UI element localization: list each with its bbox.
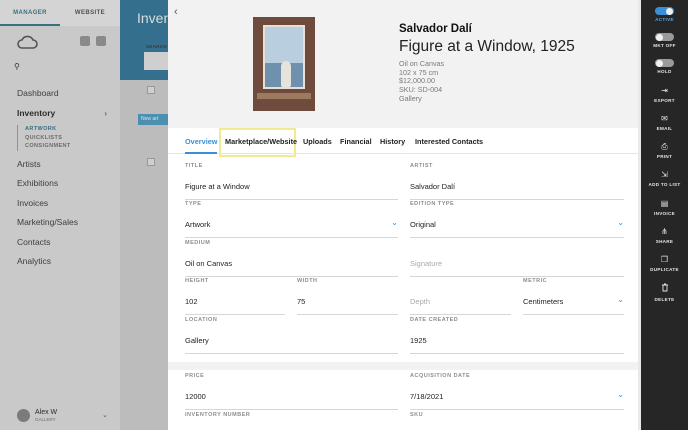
sidebar-item-artists[interactable]: Artists bbox=[17, 155, 117, 175]
edition-type-select[interactable]: EDITION TYPE Original ⌄ bbox=[410, 201, 624, 238]
print-icon: ⎙ bbox=[661, 142, 668, 151]
tab-uploads[interactable]: Uploads bbox=[303, 128, 332, 154]
sidebar-subitem-consignment[interactable]: CONSIGNMENT bbox=[25, 142, 117, 151]
date-created-field[interactable]: DATE CREATED 1925 bbox=[410, 317, 624, 354]
app-icon[interactable] bbox=[96, 36, 106, 46]
type-select[interactable]: TYPE Artwork ⌄ bbox=[185, 201, 398, 238]
artwork-detail-panel: ‹ Salvador Dalí Figure at a Window, 1925… bbox=[168, 0, 641, 430]
delete-icon bbox=[641, 283, 688, 295]
row-checkbox[interactable] bbox=[147, 158, 155, 166]
back-chevron-icon[interactable]: ‹ bbox=[174, 6, 178, 18]
inventory-page-background: Inventory SEARCH New art bbox=[120, 0, 195, 430]
sidebar-subitem-artwork[interactable]: ARTWORK bbox=[25, 125, 117, 134]
width-field[interactable]: WIDTH 75 bbox=[297, 278, 398, 315]
tab-financial[interactable]: Financial bbox=[340, 128, 372, 154]
artist-input[interactable]: Salvador Dalí bbox=[410, 182, 455, 191]
search-icon[interactable]: ⚲ bbox=[14, 62, 110, 72]
sidebar-item-dashboard[interactable]: Dashboard bbox=[17, 84, 117, 104]
new-artwork-button[interactable]: New art bbox=[138, 114, 168, 125]
tab-website[interactable]: WEBSITE bbox=[60, 0, 120, 26]
duplicate-icon: ❐ bbox=[660, 255, 669, 264]
artwork-thumbnail[interactable] bbox=[253, 17, 315, 111]
artwork-meta: Oil on Canvas 102 x 75 cm $12,000.00 SKU… bbox=[399, 59, 444, 104]
tab-overview[interactable]: Overview bbox=[185, 128, 218, 154]
share-button[interactable]: ⋔ SHARE bbox=[641, 227, 688, 244]
add-to-list-button[interactable]: ⇲ ADD TO LIST bbox=[641, 170, 688, 187]
search-label: SEARCH bbox=[146, 44, 167, 49]
sku-field[interactable]: SKU bbox=[410, 412, 624, 418]
export-button[interactable]: ⇥ EXPORT bbox=[641, 86, 688, 103]
mkt-off-toggle[interactable]: MKT OFF bbox=[641, 33, 688, 48]
location-field[interactable]: LOCATION Gallery bbox=[185, 317, 398, 354]
app-icon[interactable] bbox=[80, 36, 90, 46]
height-field[interactable]: HEIGHT 102 bbox=[185, 278, 285, 315]
invoice-button[interactable]: ▤ INVOICE bbox=[641, 199, 688, 216]
inventory-number-field[interactable]: INVENTORY NUMBER bbox=[185, 412, 398, 418]
cloud-logo-icon bbox=[17, 35, 38, 49]
add-to-list-icon: ⇲ bbox=[661, 170, 668, 179]
artwork-header: ‹ Salvador Dalí Figure at a Window, 1925… bbox=[168, 0, 641, 128]
sidebar-subitem-quicklists[interactable]: QUICKLISTS bbox=[25, 134, 117, 143]
price-field[interactable]: PRICE 12000 bbox=[185, 373, 398, 410]
toggle-icon bbox=[655, 33, 674, 41]
chevron-right-icon: › bbox=[104, 108, 107, 118]
toggle-icon bbox=[655, 59, 674, 67]
sidebar-item-contacts[interactable]: Contacts bbox=[17, 233, 117, 253]
sidebar-item-invoices[interactable]: Invoices bbox=[17, 194, 117, 214]
sidebar-nav: Dashboard Inventory › ARTWORK QUICKLISTS… bbox=[17, 84, 117, 272]
artist-name: Salvador Dalí bbox=[399, 23, 472, 35]
active-toggle[interactable]: ACTIVE bbox=[641, 7, 688, 22]
metric-select[interactable]: METRIC Centimeters ⌄ bbox=[523, 278, 624, 315]
app-window: MANAGER WEBSITE ⚲ Dashboard Inventory › … bbox=[0, 0, 688, 430]
share-icon: ⋔ bbox=[661, 227, 668, 236]
user-subtitle: GALLERY bbox=[35, 417, 56, 422]
chevron-down-icon: ⌄ bbox=[102, 412, 108, 419]
section-divider bbox=[168, 362, 641, 370]
medium-field[interactable]: MEDIUM Oil on Canvas bbox=[185, 240, 398, 277]
sidebar-item-label: Inventory bbox=[17, 107, 56, 118]
tab-marketplace-website[interactable]: Marketplace/Website bbox=[225, 128, 297, 154]
invoice-icon: ▤ bbox=[660, 199, 669, 208]
email-button[interactable]: ✉ EMAIL bbox=[641, 114, 688, 131]
hold-toggle[interactable]: HOLD bbox=[641, 59, 688, 74]
duplicate-button[interactable]: ❐ DUPLICATE bbox=[641, 255, 688, 272]
user-name: Alex W bbox=[35, 409, 58, 416]
sidebar-item-marketing-sales[interactable]: Marketing/Sales bbox=[17, 213, 117, 233]
chevron-down-icon: ⌄ bbox=[617, 295, 624, 304]
export-icon: ⇥ bbox=[661, 86, 668, 95]
detail-tabs: Overview Marketplace/Website Uploads Fin… bbox=[168, 128, 641, 157]
sidebar-item-exhibitions[interactable]: Exhibitions bbox=[17, 174, 117, 194]
tab-manager[interactable]: MANAGER bbox=[0, 0, 60, 26]
email-icon: ✉ bbox=[661, 114, 668, 123]
title-input[interactable]: Figure at a Window bbox=[185, 182, 250, 191]
chevron-down-icon: ⌄ bbox=[617, 390, 624, 399]
select-all-checkbox[interactable] bbox=[147, 86, 155, 94]
toggle-icon bbox=[655, 7, 674, 15]
sidebar-item-analytics[interactable]: Analytics bbox=[17, 252, 117, 272]
app-switcher bbox=[80, 36, 106, 46]
meta-location: Gallery bbox=[399, 93, 422, 103]
chevron-down-icon: ⌄ bbox=[391, 218, 398, 227]
chevron-down-icon: ⌄ bbox=[617, 218, 624, 227]
title-field[interactable]: TITLE Figure at a Window bbox=[185, 163, 398, 200]
tab-history[interactable]: History bbox=[380, 128, 405, 154]
sidebar-tabs: MANAGER WEBSITE bbox=[0, 0, 120, 26]
inventory-submenu: ARTWORK QUICKLISTS CONSIGNMENT bbox=[17, 125, 117, 151]
artist-field[interactable]: ARTIST Salvador Dalí bbox=[410, 163, 624, 200]
user-menu[interactable]: Alex W GALLERY ⌄ bbox=[17, 408, 117, 424]
avatar bbox=[17, 409, 30, 422]
sidebar-item-inventory[interactable]: Inventory › bbox=[17, 104, 117, 124]
print-button[interactable]: ⎙ PRINT bbox=[641, 142, 688, 159]
acquisition-date-field[interactable]: ACQUISITION DATE 7/18/2021 ⌄ bbox=[410, 373, 624, 410]
delete-button[interactable]: DELETE bbox=[641, 283, 688, 302]
action-bar: ACTIVE MKT OFF HOLD ⇥ EXPORT ✉ EMAIL ⎙ P… bbox=[641, 0, 688, 430]
sidebar: MANAGER WEBSITE ⚲ Dashboard Inventory › … bbox=[0, 0, 120, 430]
artwork-title: Figure at a Window, 1925 bbox=[399, 38, 575, 55]
search-input[interactable] bbox=[144, 52, 168, 70]
tab-interested-contacts[interactable]: Interested Contacts bbox=[415, 128, 483, 154]
